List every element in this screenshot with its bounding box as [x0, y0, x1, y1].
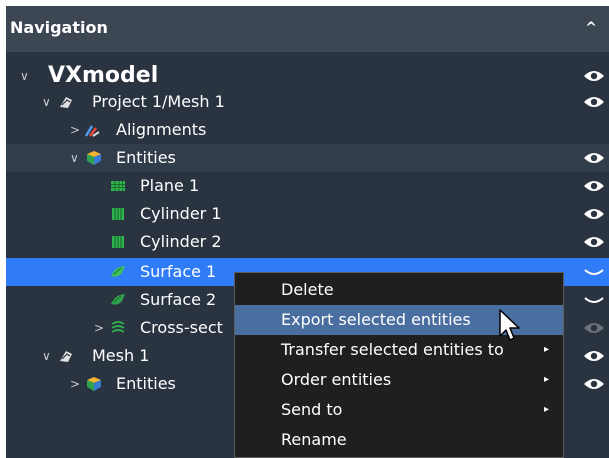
- tree-item-label: Surface 2: [140, 290, 217, 309]
- alignment-icon: [84, 125, 100, 137]
- chevron-up-icon[interactable]: ^: [585, 20, 597, 36]
- navigation-panel: Navigation ^ ∨ VXmodel ∨ Project 1/Mesh …: [6, 6, 609, 458]
- menu-item-send-to[interactable]: Send to ▸: [235, 395, 563, 425]
- surface-icon: [111, 266, 125, 277]
- eye-closed-icon[interactable]: [583, 292, 605, 308]
- menu-item-delete[interactable]: Delete: [235, 275, 563, 305]
- eye-icon[interactable]: [583, 376, 605, 392]
- tree-item-cylinder-2[interactable]: Cylinder 2: [6, 228, 609, 256]
- tree-item-label: Mesh 1: [92, 346, 150, 365]
- mesh-project-icon: [60, 97, 72, 108]
- chevron-down-icon[interactable]: ∨: [42, 342, 51, 370]
- tree-item-label: Cylinder 2: [140, 232, 222, 251]
- menu-item-label: Order entities: [281, 370, 392, 389]
- menu-item-label: Export selected entities: [281, 310, 471, 329]
- tree-item-label: Entities: [116, 374, 176, 393]
- eye-icon[interactable]: [583, 150, 605, 166]
- screenshot-frame: Navigation ^ ∨ VXmodel ∨ Project 1/Mesh …: [0, 0, 609, 458]
- tree-item-cylinder-1[interactable]: Cylinder 1: [6, 200, 609, 228]
- chevron-down-icon[interactable]: ∨: [20, 62, 29, 90]
- submenu-arrow-icon: ▸: [543, 344, 549, 355]
- context-menu: Delete Export selected entities Transfer…: [234, 272, 564, 458]
- cross-section-icon: [111, 321, 125, 333]
- menu-item-label: Rename: [281, 430, 347, 449]
- menu-item-label: Delete: [281, 280, 334, 299]
- tree-item-project[interactable]: ∨ Project 1/Mesh 1: [6, 88, 609, 116]
- panel-header[interactable]: Navigation ^: [6, 6, 609, 52]
- submenu-arrow-icon: ▸: [543, 374, 549, 385]
- surface-icon: [111, 294, 125, 305]
- tree-item-label: Alignments: [116, 120, 207, 139]
- chevron-right-icon[interactable]: >: [70, 370, 80, 398]
- tree-item-label: Plane 1: [140, 176, 200, 195]
- mouse-cursor-icon: [499, 309, 520, 341]
- tree-item-label: Entities: [116, 148, 176, 167]
- chevron-right-icon[interactable]: >: [94, 314, 104, 342]
- entities-icon: [87, 377, 101, 391]
- eye-icon[interactable]: [583, 178, 605, 194]
- menu-item-label: Send to: [281, 400, 343, 419]
- chevron-right-icon[interactable]: >: [70, 116, 80, 144]
- entities-icon: [87, 151, 101, 165]
- tree-item-label: Cylinder 1: [140, 204, 222, 223]
- submenu-arrow-icon: ▸: [543, 404, 549, 415]
- tree-item-label: Surface 1: [140, 262, 217, 281]
- eye-icon[interactable]: [583, 68, 605, 84]
- plane-icon: [111, 181, 125, 191]
- tree-item-vxmodel[interactable]: ∨ VXmodel: [6, 62, 609, 90]
- eye-icon[interactable]: [583, 320, 605, 336]
- cylinder-icon: [112, 236, 124, 248]
- tree-item-entities[interactable]: ∨ Entities: [6, 144, 609, 172]
- eye-icon[interactable]: [583, 94, 605, 110]
- chevron-down-icon[interactable]: ∨: [42, 88, 51, 116]
- tree-item-label: Project 1/Mesh 1: [92, 92, 225, 111]
- tree-item-plane-1[interactable]: Plane 1: [6, 172, 609, 200]
- tree-item-label: Cross-sect: [140, 318, 223, 337]
- eye-icon[interactable]: [583, 348, 605, 364]
- cylinder-icon: [112, 208, 124, 220]
- tree-item-label: VXmodel: [48, 63, 159, 88]
- mesh-icon: [60, 351, 72, 362]
- eye-icon[interactable]: [583, 234, 605, 250]
- eye-icon[interactable]: [583, 206, 605, 222]
- menu-item-label: Transfer selected entities to: [281, 340, 504, 359]
- menu-item-order-entities[interactable]: Order entities ▸: [235, 365, 563, 395]
- tree-item-alignments[interactable]: > Alignments: [6, 116, 609, 144]
- eye-closed-icon[interactable]: [583, 264, 605, 280]
- panel-title: Navigation: [10, 18, 108, 37]
- menu-item-rename[interactable]: Rename: [235, 425, 563, 455]
- chevron-down-icon[interactable]: ∨: [70, 144, 79, 172]
